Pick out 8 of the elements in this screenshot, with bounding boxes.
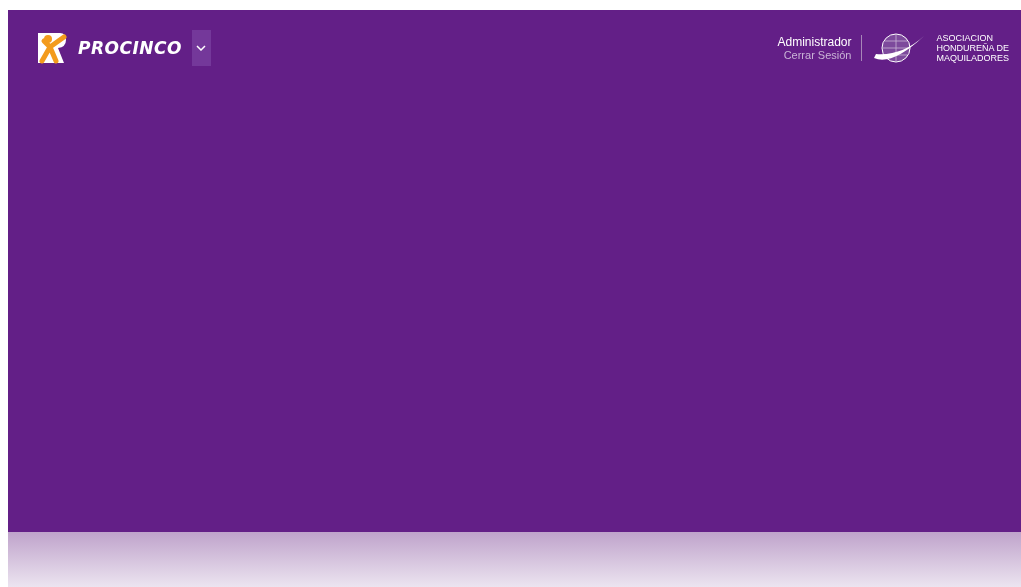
logout-link[interactable]: Cerrar Sesión (783, 49, 852, 61)
association-name: MAQUILADORES (936, 53, 1009, 63)
association-name: HONDUREÑA DE (936, 43, 1009, 53)
association-name: ASOCIACION (936, 33, 994, 43)
user-name: Administrador (777, 35, 852, 49)
brand-name: PROCINCO (78, 38, 182, 58)
chevron-down-icon (196, 45, 207, 51)
dropdown-button[interactable] (191, 30, 211, 66)
